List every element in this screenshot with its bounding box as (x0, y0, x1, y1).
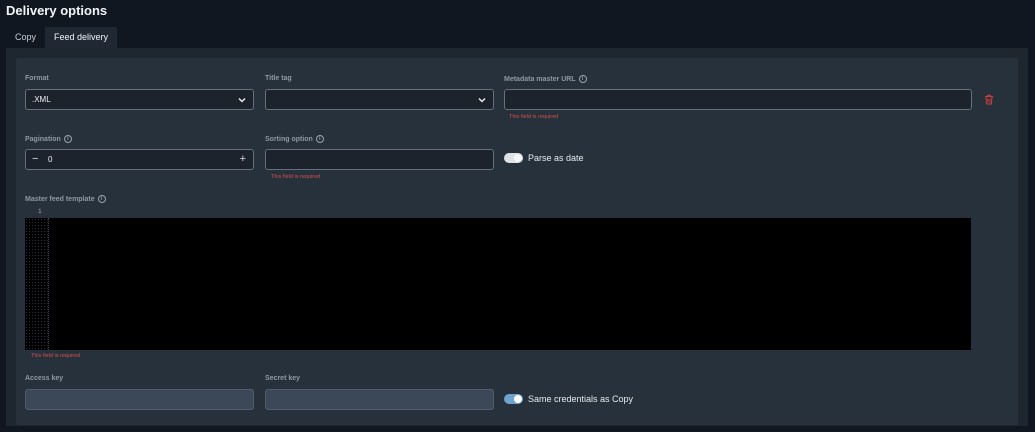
line-number: 1 (38, 208, 42, 215)
decrement-button[interactable]: − (32, 150, 38, 169)
same-credentials-label: Same credentials as Copy (528, 394, 634, 404)
secret-key-label: Secret key (265, 375, 300, 382)
trash-icon[interactable] (984, 94, 994, 105)
master-feed-template-label-text: Master feed template (25, 195, 95, 203)
title-tag-label-text: Title tag (265, 75, 292, 82)
access-key-input[interactable] (25, 389, 254, 410)
parse-as-date-toggle[interactable] (504, 153, 523, 163)
sorting-option-label-text: Sorting option (265, 135, 313, 143)
pagination-label: Pagination i (25, 135, 72, 143)
tab-feed-delivery[interactable]: Feed delivery (45, 27, 118, 48)
format-label: Format (25, 75, 49, 82)
secret-key-input[interactable] (265, 389, 494, 410)
chevron-down-icon (478, 97, 486, 103)
metadata-master-url-label: Metadata master URL i (504, 75, 587, 83)
increment-button[interactable]: + (240, 150, 246, 169)
tab-bar: Copy Feed delivery (6, 27, 118, 48)
parse-as-date-label: Parse as date (528, 153, 584, 163)
pagination-stepper[interactable]: − 0 + (25, 149, 254, 170)
info-icon[interactable]: i (63, 135, 72, 143)
line-gutter (25, 218, 49, 350)
info-icon[interactable]: i (578, 75, 587, 83)
same-credentials-toggle-row: Same credentials as Copy (504, 394, 633, 404)
info-icon[interactable]: i (315, 135, 324, 143)
toggle-knob (514, 395, 522, 403)
master-feed-template-error: This field is required (31, 353, 81, 359)
title-tag-select[interactable] (265, 89, 494, 110)
secret-key-label-text: Secret key (265, 375, 301, 382)
parse-as-date-toggle-row: Parse as date (504, 153, 584, 163)
sorting-option-input[interactable] (265, 149, 494, 170)
access-key-label-text: Access key (25, 375, 64, 382)
format-label-text: Format (25, 75, 49, 82)
code-editor[interactable] (25, 218, 971, 350)
format-value: .XML (32, 95, 51, 104)
format-select[interactable]: .XML (25, 89, 254, 110)
tab-content: Format .XML Title tag Metadata master UR… (6, 48, 1028, 426)
feed-delivery-panel: Format .XML Title tag Metadata master UR… (16, 58, 1018, 425)
metadata-master-url-input[interactable] (504, 89, 972, 110)
page-title: Delivery options (6, 3, 108, 18)
pagination-label-text: Pagination (25, 135, 61, 143)
sorting-option-label: Sorting option i (265, 135, 324, 143)
access-key-label: Access key (25, 375, 63, 382)
toggle-knob (514, 154, 522, 162)
title-tag-label: Title tag (265, 75, 292, 82)
same-credentials-toggle[interactable] (504, 394, 523, 404)
tab-copy[interactable]: Copy (6, 27, 45, 48)
sorting-option-error: This field is required (271, 174, 321, 180)
metadata-master-url-error: This field is required (509, 114, 559, 120)
master-feed-template-label: Master feed template i (25, 195, 106, 203)
info-icon[interactable]: i (97, 195, 106, 203)
metadata-master-url-label-text: Metadata master URL (504, 75, 576, 83)
chevron-down-icon (238, 97, 246, 103)
pagination-value: 0 (48, 155, 53, 164)
